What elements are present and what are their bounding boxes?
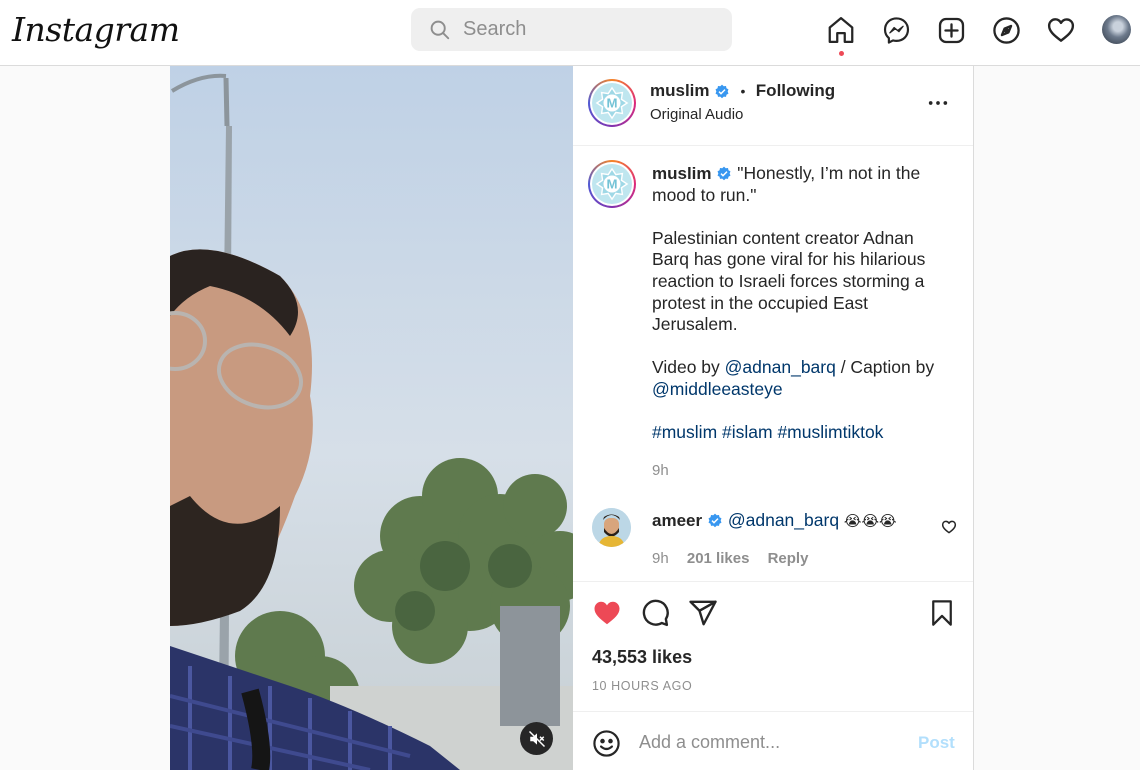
post-actions: 43,553 likes 10 HOURS AGO <box>573 581 973 711</box>
post-comment-button[interactable]: Post <box>918 733 955 753</box>
post-timestamp[interactable]: 10 HOURS AGO <box>592 679 692 693</box>
verified-badge-icon <box>715 84 729 99</box>
svg-text:M: M <box>606 96 617 111</box>
muslim-brand-logo: M <box>595 86 629 120</box>
top-navigation-bar: Instagram <box>0 0 1140 66</box>
emoji-picker-icon[interactable] <box>592 729 621 758</box>
mention-link-adnan-barq[interactable]: @adnan_barq <box>725 357 836 377</box>
comment-meta: 9h 201 likes Reply <box>652 550 822 567</box>
author-avatar[interactable]: M <box>588 79 636 127</box>
header-separator: • <box>740 83 746 99</box>
post-header: M muslim • Following Original Audio <box>573 66 973 146</box>
home-icon[interactable] <box>825 14 857 46</box>
commenter-username[interactable]: ameer <box>652 511 702 530</box>
comment-emojis: 😭😭😭 <box>843 513 897 530</box>
messenger-icon[interactable] <box>880 14 912 46</box>
post-caption: muslim "Honestly, I’m not in the mood to… <box>652 163 952 465</box>
commenter-avatar[interactable] <box>592 508 631 547</box>
post-video[interactable] <box>170 66 573 770</box>
profile-avatar[interactable] <box>1102 15 1131 44</box>
comment-mention-link[interactable]: @adnan_barq <box>728 510 839 530</box>
share-send-icon[interactable] <box>688 598 718 628</box>
video-frame <box>170 66 573 770</box>
likes-count[interactable]: 43,553 likes <box>592 647 692 668</box>
new-post-icon[interactable] <box>935 14 967 46</box>
add-comment-input[interactable] <box>639 726 899 758</box>
caption-credit-prefix: Video by <box>652 357 725 378</box>
volume-muted-icon <box>528 730 545 747</box>
explore-icon[interactable] <box>990 14 1022 46</box>
more-options-icon[interactable] <box>927 92 949 114</box>
audio-label[interactable]: Original Audio <box>650 106 743 123</box>
muslim-brand-logo: M <box>595 167 629 201</box>
mention-link-middleeasteye[interactable]: @middleeasteye <box>652 379 783 399</box>
caption-hashtags[interactable]: #muslim #islam #muslimtiktok <box>652 422 952 444</box>
comment-body: ameer @adnan_barq 😭😭😭 <box>652 510 897 531</box>
save-bookmark-icon[interactable] <box>928 598 956 628</box>
following-button[interactable]: Following <box>756 81 835 100</box>
instagram-logo[interactable]: Instagram <box>12 10 180 49</box>
comment-timestamp: 9h <box>652 550 669 567</box>
author-username[interactable]: muslim <box>650 81 710 100</box>
svg-text:M: M <box>606 177 617 192</box>
caption-author-username[interactable]: muslim <box>652 164 712 183</box>
caption-credit-mid: / Caption by <box>835 357 935 378</box>
caption-author-avatar[interactable]: M <box>588 160 636 208</box>
add-comment-bar: Post <box>573 711 973 770</box>
comment-reply-button[interactable]: Reply <box>768 550 809 567</box>
activity-heart-icon[interactable] <box>1045 14 1077 46</box>
like-heart-filled-icon[interactable] <box>592 598 622 628</box>
search-input[interactable] <box>463 8 723 51</box>
comment-bubble-icon[interactable] <box>640 598 670 628</box>
verified-badge-icon <box>717 167 731 181</box>
comment-likes-count[interactable]: 201 likes <box>687 550 750 567</box>
comment-like-heart-icon[interactable] <box>941 519 957 535</box>
post-details-panel: M muslim • Following Original Audio M mu… <box>573 66 974 770</box>
search-box[interactable] <box>411 8 732 51</box>
verified-badge-icon <box>708 514 722 528</box>
home-notification-dot <box>839 51 844 56</box>
mute-toggle-button[interactable] <box>520 722 553 755</box>
caption-timestamp: 9h <box>652 462 669 479</box>
search-icon <box>430 20 450 40</box>
caption-body: Palestinian content creator Adnan Barq h… <box>652 227 926 335</box>
